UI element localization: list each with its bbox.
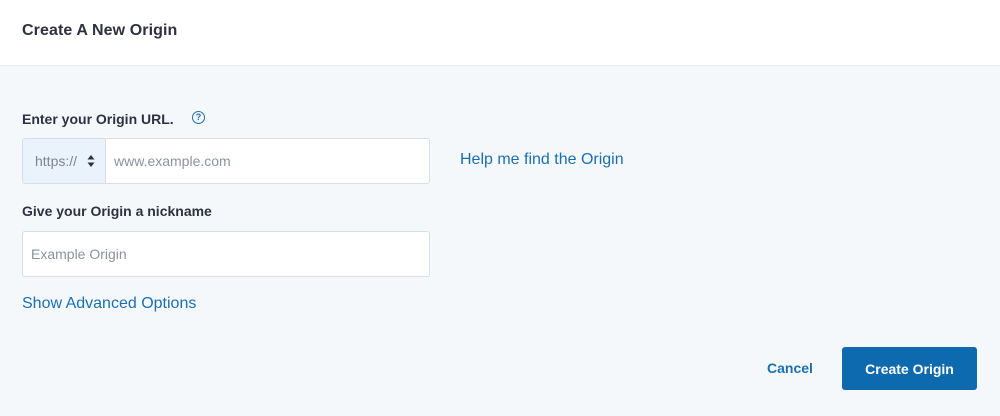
origin-url-label: Enter your Origin URL. bbox=[22, 111, 174, 127]
help-find-origin-link[interactable]: Help me find the Origin bbox=[460, 151, 624, 169]
cancel-button[interactable]: Cancel bbox=[752, 347, 828, 389]
origin-url-group: https:// bbox=[22, 138, 430, 184]
nickname-field-wrapper bbox=[22, 231, 430, 277]
dialog-header: Create A New Origin bbox=[0, 0, 1000, 66]
nickname-label: Give your Origin a nickname bbox=[22, 203, 212, 219]
question-circle-icon[interactable]: ? bbox=[192, 111, 205, 124]
origin-url-input[interactable] bbox=[106, 139, 429, 183]
protocol-select[interactable]: https:// bbox=[23, 139, 106, 183]
create-origin-button[interactable]: Create Origin bbox=[842, 347, 977, 390]
protocol-selected-value: https:// bbox=[35, 153, 78, 169]
select-arrows-icon bbox=[87, 155, 95, 167]
dialog-title: Create A New Origin bbox=[22, 22, 178, 39]
create-origin-dialog: Create A New Origin Enter your Origin UR… bbox=[0, 0, 1000, 416]
nickname-input[interactable] bbox=[23, 232, 429, 276]
show-advanced-options-link[interactable]: Show Advanced Options bbox=[22, 295, 196, 313]
